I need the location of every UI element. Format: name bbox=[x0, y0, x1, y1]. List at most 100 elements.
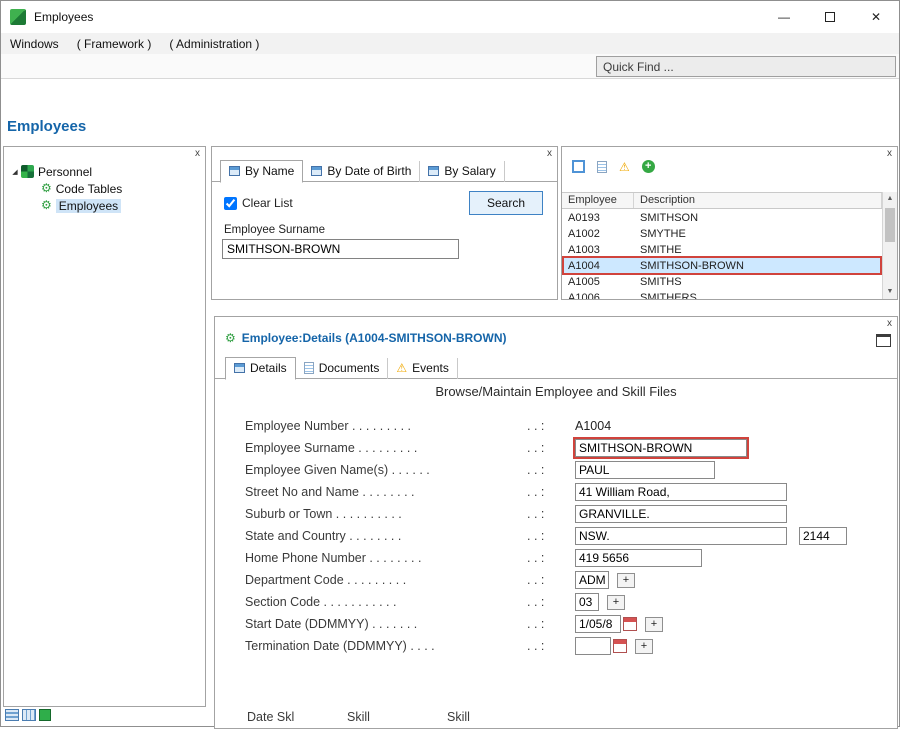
restore-pane-button[interactable] bbox=[876, 334, 891, 347]
details-panel: x ⚙ Employee:Details (A1004-SMITHSON-BRO… bbox=[214, 316, 898, 729]
field-given-names: Employee Given Name(s) . . . . . . . . : bbox=[245, 459, 889, 481]
street-input[interactable] bbox=[575, 483, 787, 501]
list-view-icon[interactable] bbox=[5, 709, 19, 721]
field-label: Suburb or Town . . . . . . . . . . bbox=[245, 507, 527, 521]
state-input[interactable] bbox=[575, 527, 787, 545]
document-icon[interactable] bbox=[597, 161, 607, 173]
cell-employee: A1004 bbox=[562, 258, 634, 274]
tab-label: Events bbox=[412, 361, 449, 375]
tab-details[interactable]: Details bbox=[225, 357, 296, 380]
search-panel: x By Name By Date of Birth By Salary Cle… bbox=[211, 146, 558, 300]
add-icon[interactable]: + bbox=[642, 160, 655, 173]
close-icon[interactable]: x bbox=[547, 148, 552, 160]
document-icon bbox=[304, 362, 314, 374]
scroll-down-icon[interactable]: ▼ bbox=[883, 285, 897, 299]
table-view-icon[interactable] bbox=[22, 709, 36, 721]
phone-input[interactable] bbox=[575, 549, 702, 567]
cell-description: SMITHS bbox=[634, 274, 882, 290]
tab-label: Details bbox=[250, 361, 287, 375]
postcode-input[interactable] bbox=[799, 527, 847, 545]
tree-node-personnel[interactable]: ◢ Personnel bbox=[4, 163, 205, 180]
clear-list-checkbox[interactable] bbox=[224, 197, 237, 210]
tab-by-salary[interactable]: By Salary bbox=[420, 161, 504, 182]
window-icon bbox=[428, 166, 439, 176]
field-label: Employee Given Name(s) . . . . . . bbox=[245, 463, 527, 477]
tab-events[interactable]: ⚠ Events bbox=[388, 358, 457, 379]
surname-input[interactable] bbox=[575, 439, 747, 457]
field-label: Home Phone Number . . . . . . . . bbox=[245, 551, 527, 565]
tab-label: By Salary bbox=[444, 164, 495, 178]
department-input[interactable] bbox=[575, 571, 609, 589]
table-row-selected[interactable]: A1004 SMITHSON-BROWN bbox=[562, 258, 882, 274]
table-row[interactable]: A0193 SMITHSON bbox=[562, 210, 882, 226]
close-icon[interactable]: x bbox=[887, 318, 892, 330]
gear-icon: ⚙ bbox=[41, 199, 52, 212]
green-status-icon[interactable] bbox=[39, 709, 51, 721]
termination-date-input[interactable] bbox=[575, 637, 611, 655]
details-header: ⚙ Employee:Details (A1004-SMITHSON-BROWN… bbox=[225, 331, 506, 345]
field-phone: Home Phone Number . . . . . . . . . . : bbox=[245, 547, 889, 569]
quick-find-input[interactable] bbox=[596, 56, 896, 77]
field-label: Street No and Name . . . . . . . . bbox=[245, 485, 527, 499]
window-icon bbox=[234, 363, 245, 373]
app-icon bbox=[10, 9, 26, 25]
table-row[interactable]: A1003 SMITHE bbox=[562, 242, 882, 258]
menu-windows[interactable]: Windows bbox=[1, 37, 68, 51]
menu-bar: Windows ( Framework ) ( Administration ) bbox=[1, 33, 899, 54]
calendar-icon[interactable] bbox=[623, 617, 637, 631]
start-date-input[interactable] bbox=[575, 615, 621, 633]
given-names-input[interactable] bbox=[575, 461, 715, 479]
tree-node-employees[interactable]: ⚙ Employees bbox=[4, 197, 205, 214]
details-title: Employee:Details (A1004-SMITHSON-BROWN) bbox=[242, 331, 507, 345]
expand-icon[interactable]: ◢ bbox=[9, 168, 21, 176]
scrollbar[interactable]: ▲ ▼ bbox=[882, 192, 897, 299]
tab-documents[interactable]: Documents bbox=[296, 358, 389, 379]
maximize-button[interactable] bbox=[807, 1, 853, 33]
details-tabs: Details Documents ⚠ Events bbox=[225, 357, 458, 379]
table-row[interactable]: A1006 SMITHERS bbox=[562, 290, 882, 299]
page-title: Employees bbox=[7, 118, 86, 135]
skill-col-header-skill2: Skill bbox=[447, 710, 470, 724]
minimize-button[interactable]: — bbox=[761, 1, 807, 33]
suburb-input[interactable] bbox=[575, 505, 787, 523]
start-date-prompt-button[interactable]: + bbox=[645, 617, 663, 632]
field-separator: . . : bbox=[527, 441, 575, 455]
calendar-icon[interactable] bbox=[613, 639, 627, 653]
menu-administration[interactable]: ( Administration ) bbox=[160, 37, 268, 51]
tab-label: By Name bbox=[245, 164, 294, 178]
field-street: Street No and Name . . . . . . . . . . : bbox=[245, 481, 889, 503]
menu-framework[interactable]: ( Framework ) bbox=[68, 37, 161, 51]
scroll-up-icon[interactable]: ▲ bbox=[883, 192, 897, 206]
warning-icon: ⚠ bbox=[396, 362, 407, 374]
section-input[interactable] bbox=[575, 593, 599, 611]
table-row[interactable]: A1005 SMITHS bbox=[562, 274, 882, 290]
tree-panel: x ◢ Personnel ⚙ Code Tables ⚙ Employees bbox=[3, 146, 206, 707]
tab-by-date-of-birth[interactable]: By Date of Birth bbox=[303, 161, 420, 182]
surname-search-input[interactable] bbox=[222, 239, 459, 259]
field-separator: . . : bbox=[527, 463, 575, 477]
search-button[interactable]: Search bbox=[469, 191, 543, 215]
department-prompt-button[interactable]: + bbox=[617, 573, 635, 588]
col-description[interactable]: Description bbox=[634, 193, 882, 208]
details-view-icon[interactable] bbox=[572, 160, 585, 173]
tree-node-code-tables[interactable]: ⚙ Code Tables bbox=[4, 180, 205, 197]
maximize-icon bbox=[825, 12, 835, 22]
termination-date-prompt-button[interactable]: + bbox=[635, 639, 653, 654]
warning-icon[interactable]: ⚠ bbox=[619, 161, 630, 173]
field-label: Start Date (DDMMYY) . . . . . . . bbox=[245, 617, 527, 631]
table-row[interactable]: A1002 SMYTHE bbox=[562, 226, 882, 242]
close-button[interactable]: ✕ bbox=[853, 1, 899, 33]
scrollbar-thumb[interactable] bbox=[885, 208, 895, 242]
close-icon[interactable]: x bbox=[195, 148, 200, 160]
personnel-icon bbox=[21, 165, 34, 178]
field-separator: . . : bbox=[527, 639, 575, 653]
col-employee[interactable]: Employee bbox=[562, 193, 634, 208]
close-icon[interactable]: x bbox=[887, 148, 892, 160]
clear-list-label: Clear List bbox=[242, 196, 293, 210]
cell-description: SMITHE bbox=[634, 242, 882, 258]
field-termination-date: Termination Date (DDMMYY) . . . . . . : … bbox=[245, 635, 889, 657]
clear-list-checkbox-row: Clear List bbox=[224, 196, 293, 210]
field-label: Section Code . . . . . . . . . . . bbox=[245, 595, 527, 609]
section-prompt-button[interactable]: + bbox=[607, 595, 625, 610]
tab-by-name[interactable]: By Name bbox=[220, 160, 303, 183]
